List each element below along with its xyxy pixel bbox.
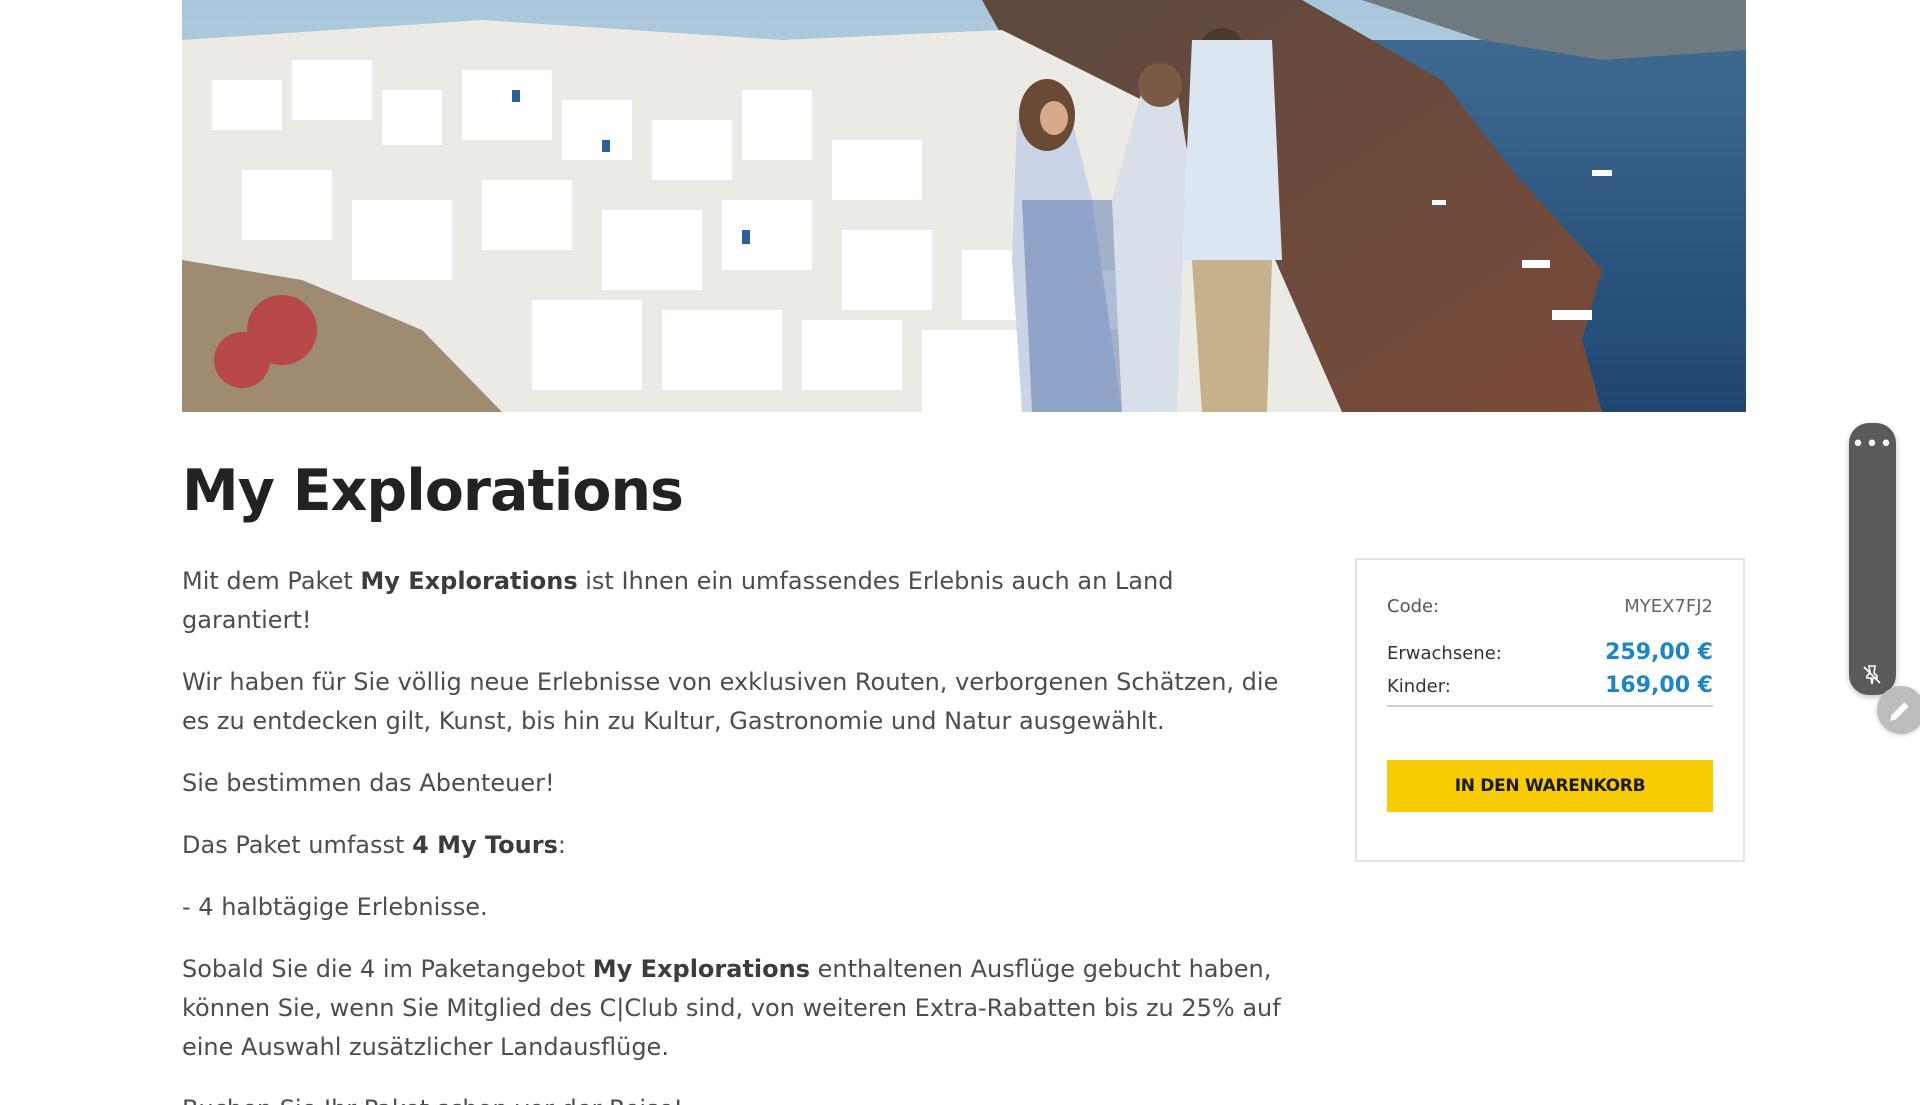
includes-colon: : xyxy=(557,831,566,859)
floating-tool-panel: ••• xyxy=(1849,423,1896,695)
includes-paragraph: Das Paket umfasst 4 My Tours: xyxy=(182,826,1302,865)
booking-box: Code: MYEX7FJ2 Erwachsene: 259,00 € Kind… xyxy=(1355,558,1745,862)
edit-button[interactable] xyxy=(1877,686,1920,734)
package-name-bold-2: My Explorations xyxy=(592,955,811,983)
adult-price-row: Erwachsene: 259,00 € xyxy=(1387,640,1713,665)
santorini-couple-photo xyxy=(182,0,1746,412)
add-to-cart-button[interactable]: IN DEN WARENKORB xyxy=(1387,760,1713,812)
child-price: 169,00 € xyxy=(1605,673,1713,698)
code-row: Code: MYEX7FJ2 xyxy=(1387,596,1713,617)
code-label: Code: xyxy=(1387,596,1440,617)
unpin-icon[interactable] xyxy=(1860,663,1884,687)
intro-text: Mit dem Paket xyxy=(182,567,361,595)
tours-count-bold: 4 My Tours xyxy=(412,831,558,859)
page: My Explorations Mit dem Paket My Explora… xyxy=(0,0,1920,1105)
package-description: Mit dem Paket My Explorations ist Ihnen … xyxy=(182,562,1302,1105)
discount-text: Sobald Sie die 4 im Paketangebot xyxy=(182,955,593,983)
price-divider xyxy=(1387,705,1713,707)
more-dots-icon[interactable]: ••• xyxy=(1849,434,1896,456)
adult-price: 259,00 € xyxy=(1605,640,1713,665)
intro-paragraph: Mit dem Paket My Explorations ist Ihnen … xyxy=(182,562,1302,640)
experiences-paragraph: Wir haben für Sie völlig neue Erlebnisse… xyxy=(182,668,1279,735)
adventure-paragraph: Sie bestimmen das Abenteuer! xyxy=(182,769,555,797)
adult-label: Erwachsene: xyxy=(1387,643,1502,664)
package-name-bold: My Explorations xyxy=(360,567,578,595)
discount-paragraph: Sobald Sie die 4 im Paketangebot My Expl… xyxy=(182,950,1302,1067)
half-day-paragraph: - 4 halbtägige Erlebnisse. xyxy=(182,893,488,921)
pencil-icon xyxy=(1890,702,1909,721)
code-value: MYEX7FJ2 xyxy=(1624,596,1713,617)
child-label: Kinder: xyxy=(1387,676,1451,697)
hero-image xyxy=(182,0,1746,412)
child-price-row: Kinder: 169,00 € xyxy=(1387,673,1713,698)
page-title: My Explorations xyxy=(182,458,684,524)
includes-text: Das Paket umfasst xyxy=(182,831,413,859)
book-ahead-paragraph: Buchen Sie Ihr Paket schon vor der Reise… xyxy=(182,1090,1302,1105)
